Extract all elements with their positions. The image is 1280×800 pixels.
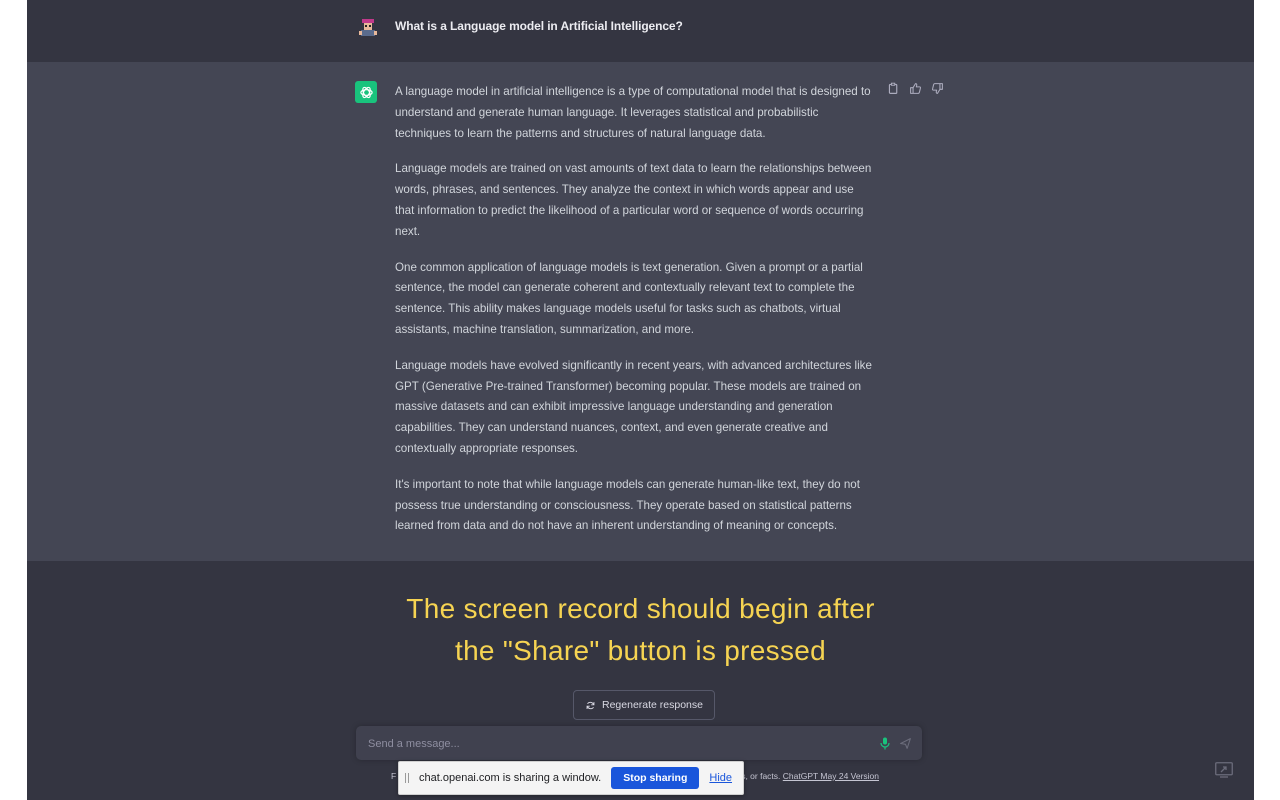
hide-link[interactable]: Hide bbox=[709, 772, 732, 784]
user-avatar-icon bbox=[359, 19, 377, 36]
thumbs-down-icon[interactable] bbox=[931, 82, 944, 95]
answer-paragraph: One common application of language model… bbox=[395, 260, 863, 336]
answer-paragraph: A language model in artificial intellige… bbox=[395, 85, 871, 140]
footer-left-text: F bbox=[391, 771, 397, 781]
version-link[interactable]: ChatGPT May 24 Version bbox=[783, 771, 879, 781]
stop-sharing-button[interactable]: Stop sharing bbox=[611, 767, 700, 789]
message-composer bbox=[356, 726, 922, 760]
microphone-icon[interactable] bbox=[880, 737, 890, 750]
copy-icon[interactable] bbox=[887, 82, 900, 95]
screen-share-icon[interactable] bbox=[1215, 762, 1233, 778]
caption-line: The screen record should begin after bbox=[406, 593, 875, 624]
message-actions bbox=[887, 82, 944, 95]
user-message-row: What is a Language model in Artificial I… bbox=[27, 0, 1254, 62]
message-input[interactable] bbox=[366, 735, 850, 753]
answer-paragraph: Language models have evolved significant… bbox=[395, 358, 872, 455]
chat-window: What is a Language model in Artificial I… bbox=[27, 0, 1254, 800]
assistant-message-text: A language model in artificial intellige… bbox=[395, 82, 875, 552]
thumbs-up-icon[interactable] bbox=[909, 82, 922, 95]
share-status-text: chat.openai.com is sharing a window. bbox=[419, 772, 602, 784]
user-message-text: What is a Language model in Artificial I… bbox=[395, 19, 683, 33]
send-icon[interactable] bbox=[899, 737, 912, 750]
caption-line: the "Share" button is pressed bbox=[454, 635, 827, 666]
answer-paragraph: It's important to note that while langua… bbox=[395, 477, 860, 533]
screen-share-notification-bar: chat.openai.com is sharing a window. Sto… bbox=[398, 761, 744, 795]
assistant-message-row: A language model in artificial intellige… bbox=[27, 62, 1254, 561]
footer-right-text: s, or facts. bbox=[741, 771, 783, 781]
drag-handle-icon[interactable] bbox=[405, 773, 413, 783]
regenerate-response-button[interactable]: Regenerate response bbox=[573, 690, 715, 720]
screen-record-caption: The screen record should begin after the… bbox=[27, 588, 1254, 672]
chatgpt-logo-icon bbox=[355, 81, 377, 103]
regenerate-label: Regenerate response bbox=[602, 699, 703, 711]
refresh-icon bbox=[586, 701, 595, 709]
answer-paragraph: Language models are trained on vast amou… bbox=[395, 162, 872, 238]
